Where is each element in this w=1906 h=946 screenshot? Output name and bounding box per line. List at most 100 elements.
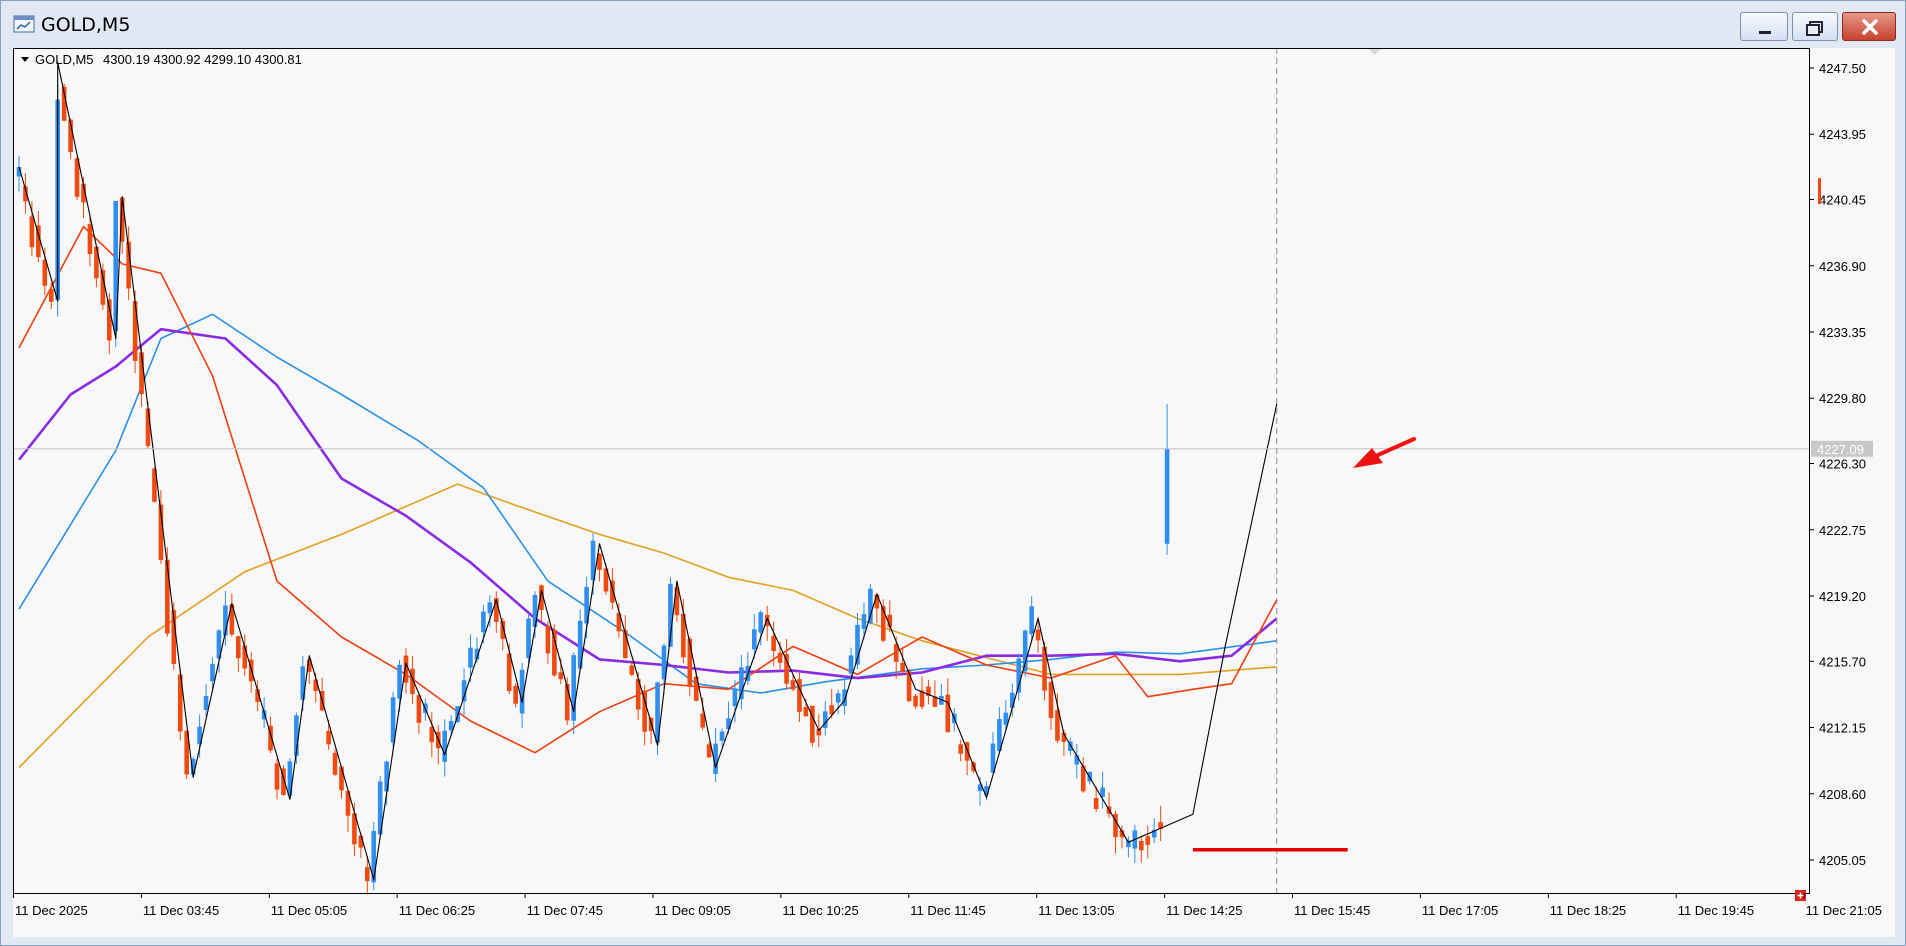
candle-body	[1145, 836, 1151, 845]
title-bar[interactable]: GOLD,M5	[1, 1, 1905, 47]
candle-body	[900, 662, 905, 673]
minimize-icon	[1759, 31, 1771, 34]
y-tick-label: 4243.95	[1819, 127, 1866, 142]
y-tick-label: 4222.75	[1819, 523, 1866, 538]
y-tick-label: 4205.05	[1819, 853, 1866, 868]
candle-body	[868, 588, 873, 624]
candle-body	[513, 685, 518, 704]
candle-body	[835, 693, 841, 703]
price-scale-marker	[1818, 178, 1821, 205]
x-tick-label: 11 Dec 10:25	[782, 903, 858, 918]
candle-body	[210, 664, 215, 681]
candle-body	[29, 216, 35, 248]
candle-body	[132, 301, 138, 361]
candle-body	[1022, 630, 1028, 672]
close-button[interactable]	[1842, 12, 1896, 41]
plot-background	[13, 48, 1895, 937]
x-tick-label: 11 Dec 2025	[15, 903, 88, 918]
candle-body	[558, 672, 564, 680]
candle-body	[842, 689, 847, 706]
y-tick-label: 4229.80	[1819, 391, 1866, 406]
candle-body	[1093, 798, 1099, 810]
candle-body	[719, 731, 725, 741]
candle-body	[87, 224, 93, 255]
x-tick-label: 11 Dec 15:45	[1294, 903, 1370, 918]
x-tick-label: 11 Dec 14:25	[1166, 903, 1242, 918]
candle-body	[487, 602, 493, 614]
candle-body	[861, 614, 867, 629]
minimize-button[interactable]	[1740, 12, 1788, 41]
candle-body	[48, 289, 54, 302]
x-tick-label: 11 Dec 17:05	[1422, 903, 1498, 918]
candle-body	[803, 707, 809, 717]
restore-icon	[1806, 21, 1823, 36]
x-tick-label: 11 Dec 11:45	[910, 903, 985, 918]
window-title: GOLD,M5	[41, 14, 131, 36]
y-tick-label: 4215.70	[1819, 654, 1866, 669]
x-tick-label: 11 Dec 21:05	[1806, 903, 1882, 918]
candle-body	[384, 761, 389, 792]
y-tick-label: 4226.30	[1819, 457, 1866, 472]
chart-symbol-label: GOLD,M5	[35, 52, 94, 67]
candle-body	[810, 705, 815, 743]
chart-window-icon	[13, 15, 35, 33]
x-tick-label: 11 Dec 06:25	[399, 903, 475, 918]
candle-body	[326, 730, 331, 745]
candle-body	[545, 625, 551, 654]
candle-body	[687, 638, 693, 687]
close-icon	[1862, 19, 1878, 35]
candle-body	[203, 696, 209, 710]
candle-body	[913, 695, 918, 707]
maximize-button[interactable]	[1792, 12, 1838, 41]
candle-body	[726, 718, 731, 730]
y-tick-label: 4212.15	[1819, 721, 1866, 736]
candle-body	[236, 636, 241, 659]
chart-ohlc-label: 4300.19 4300.92 4299.10 4300.81	[103, 52, 302, 67]
candle-body	[332, 752, 338, 775]
candle-body	[1029, 606, 1034, 635]
candle-body	[1139, 840, 1144, 851]
candle-body	[365, 867, 370, 882]
candle-body	[442, 730, 447, 762]
y-tick-label: 4236.90	[1819, 259, 1866, 274]
x-tick-label: 11 Dec 03:45	[143, 903, 219, 918]
y-tick-label: 4240.45	[1819, 193, 1866, 208]
candle-body	[777, 652, 783, 663]
candle-body	[752, 629, 757, 650]
candle-body	[468, 647, 473, 668]
candle-body	[771, 635, 776, 651]
candle-body	[526, 618, 531, 659]
candle-body	[1048, 681, 1054, 718]
current-price-label: 4227.09	[1817, 442, 1864, 457]
candle-body	[1164, 448, 1170, 544]
x-tick-label: 11 Dec 19:45	[1678, 903, 1754, 918]
candle-body	[481, 611, 486, 633]
y-tick-label: 4219.20	[1819, 589, 1866, 604]
x-tick-label: 11 Dec 09:05	[655, 903, 731, 918]
chart-canvas[interactable]: 4247.50 4243.95 4240.45 4236.90 4233.35 4229.…	[13, 48, 1895, 937]
x-tick-label: 11 Dec 13:05	[1038, 903, 1114, 918]
y-tick-label: 4247.50	[1819, 61, 1866, 76]
candle-body	[532, 595, 538, 628]
candle-body	[906, 671, 912, 702]
candle-body	[848, 655, 854, 674]
candle-body	[732, 688, 738, 707]
candle-body	[416, 695, 422, 723]
candle-body	[790, 680, 796, 690]
candle-body	[165, 559, 170, 634]
price-chart[interactable]: 4247.50 4243.95 4240.45 4236.90 4233.35 4229.…	[13, 48, 1895, 937]
candle-body	[958, 744, 963, 754]
candle-body	[784, 654, 789, 684]
x-tick-label: 11 Dec 18:25	[1550, 903, 1626, 918]
candle-body	[403, 655, 409, 683]
candle-body	[145, 408, 151, 447]
candle-body	[758, 612, 764, 633]
candle-body	[339, 766, 344, 791]
y-tick-label: 4233.35	[1819, 325, 1866, 340]
candle-body	[274, 763, 280, 790]
chart-window: GOLD,M5 4247.50 4243.95 4240.45 4236.90 4233…	[0, 0, 1906, 946]
x-tick-label: 11 Dec 05:05	[271, 903, 347, 918]
x-tick-label: 11 Dec 07:45	[527, 903, 603, 918]
candle-body	[945, 694, 951, 733]
candle-body	[1035, 629, 1041, 641]
